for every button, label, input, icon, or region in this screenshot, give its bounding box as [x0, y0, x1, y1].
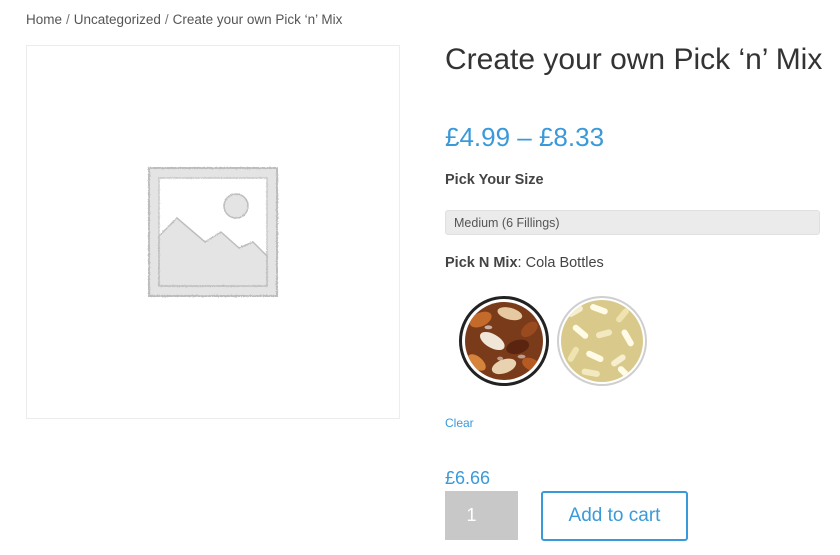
swatch-other-filling[interactable] [557, 296, 647, 386]
mix-label: Pick N Mix: Cola Bottles [445, 255, 604, 271]
filling-image [561, 300, 643, 382]
cola-bottles-image [465, 302, 543, 380]
image-placeholder-icon [148, 167, 278, 297]
swatch-cola-bottles[interactable] [459, 296, 549, 386]
product-price-range: £4.99 – £8.33 [445, 122, 605, 152]
mix-label-title: Pick N Mix [445, 255, 518, 271]
product-image[interactable] [26, 45, 400, 419]
breadcrumb-separator: / [164, 12, 169, 27]
clear-link[interactable]: Clear [445, 416, 474, 430]
size-select[interactable]: Medium (6 Fillings) [445, 210, 820, 235]
breadcrumb: Home / Uncategorized / Create your own Pick … [26, 12, 342, 27]
breadcrumb-category[interactable]: Uncategorized [74, 12, 161, 27]
breadcrumb-home[interactable]: Home [26, 12, 62, 27]
breadcrumb-separator: / [66, 12, 70, 27]
product-title: Create your own Pick ‘n’ Mix [445, 43, 823, 76]
mix-selected-value: Cola Bottles [525, 255, 604, 271]
quantity-input[interactable] [445, 491, 518, 540]
size-label: Pick Your Size [445, 172, 544, 188]
variation-price: £6.66 [445, 468, 491, 488]
add-to-cart-button[interactable]: Add to cart [541, 491, 688, 541]
breadcrumb-current: Create your own Pick ‘n’ Mix [172, 12, 343, 27]
